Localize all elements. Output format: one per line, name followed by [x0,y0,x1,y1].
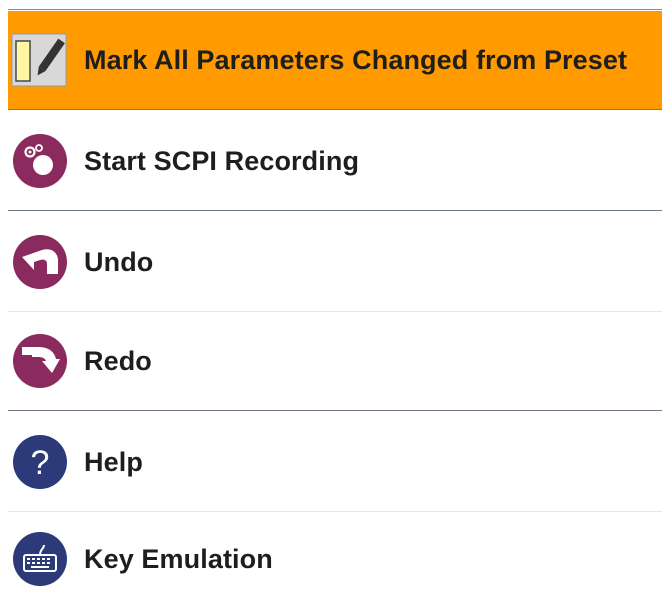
menu-item-label: Undo [84,246,154,277]
redo-icon [11,332,69,390]
menu-item-label: Key Emulation [84,543,273,574]
undo-icon [11,233,69,291]
menu-item-undo[interactable]: Undo [8,213,662,311]
menu-item-mark-all-parameters[interactable]: Mark All Parameters Changed from Preset [8,11,662,109]
mark-parameters-icon [11,31,69,89]
menu-item-redo[interactable]: Redo [8,312,662,410]
menu-item-label: Mark All Parameters Changed from Preset [84,44,628,75]
menu-divider [8,210,662,211]
svg-text:?: ? [31,444,50,482]
menu-divider [8,109,662,110]
menu-item-label: Help [84,446,143,477]
menu-divider [8,410,662,411]
context-menu: Mark All Parameters Changed from Preset … [0,0,662,606]
menu-item-key-emulation[interactable]: Key Emulation [8,512,662,606]
menu-item-label: Start SCPI Recording [84,145,360,176]
scpi-recording-icon [11,132,69,190]
menu-item-help[interactable]: ? Help [8,413,662,511]
menu-item-label: Redo [84,345,152,376]
menu-top-border [8,9,662,10]
menu-item-start-scpi-recording[interactable]: Start SCPI Recording [8,112,662,210]
keyboard-icon [11,530,69,588]
help-icon: ? [11,433,69,491]
